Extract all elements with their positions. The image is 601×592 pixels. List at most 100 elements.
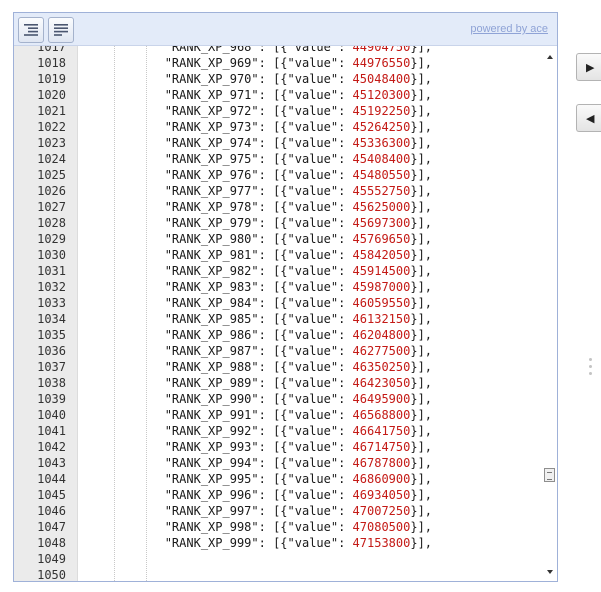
indent-button[interactable] bbox=[18, 17, 44, 43]
line-number: 1022 bbox=[37, 120, 66, 134]
json-punctuation: : [{"value": bbox=[258, 46, 353, 54]
line-number: 1036 bbox=[37, 344, 66, 358]
code-line: "RANK_XP_979": [{"value": 45697300}], bbox=[78, 215, 543, 231]
scroll-down-arrow-icon[interactable] bbox=[545, 567, 555, 577]
code-line: "RANK_XP_981": [{"value": 45842050}], bbox=[78, 247, 543, 263]
json-punctuation: }], bbox=[410, 120, 433, 134]
json-key: "RANK_XP_991" bbox=[164, 408, 259, 422]
json-punctuation: }], bbox=[410, 56, 433, 70]
collapse-panel-button[interactable]: ◀ bbox=[576, 104, 601, 132]
json-punctuation: }], bbox=[410, 344, 433, 358]
line-number: 1021 bbox=[37, 104, 66, 118]
play-right-icon: ▶ bbox=[586, 61, 595, 74]
code-line: "RANK_XP_969": [{"value": 44976550}], bbox=[78, 55, 543, 71]
json-punctuation: }], bbox=[410, 536, 433, 550]
line-number: 1019 bbox=[37, 72, 66, 86]
json-punctuation: : [{"value": bbox=[258, 104, 353, 118]
json-key: "RANK_XP_980" bbox=[164, 232, 259, 246]
json-number-value: 45769650 bbox=[352, 232, 411, 246]
json-key: "RANK_XP_976" bbox=[164, 168, 259, 182]
line-number: 1033 bbox=[37, 296, 66, 310]
json-punctuation: : [{"value": bbox=[258, 472, 353, 486]
json-number-value: 46277500 bbox=[352, 344, 411, 358]
json-number-value: 46934050 bbox=[352, 488, 411, 502]
code-line: "RANK_XP_972": [{"value": 45192250}], bbox=[78, 103, 543, 119]
code-line: "RANK_XP_993": [{"value": 46714750}], bbox=[78, 439, 543, 455]
line-number: 1024 bbox=[37, 152, 66, 166]
code-line: "RANK_XP_997": [{"value": 47007250}], bbox=[78, 503, 543, 519]
json-punctuation: : [{"value": bbox=[258, 520, 353, 534]
json-key: "RANK_XP_994" bbox=[164, 456, 259, 470]
json-punctuation: : [{"value": bbox=[258, 232, 353, 246]
json-number-value: 45914500 bbox=[352, 264, 411, 278]
code-line: "RANK_XP_995": [{"value": 46860900}], bbox=[78, 471, 543, 487]
json-punctuation: : [{"value": bbox=[258, 264, 353, 278]
json-punctuation: : [{"value": bbox=[258, 440, 353, 454]
json-number-value: 47153800 bbox=[352, 536, 411, 550]
json-punctuation: : [{"value": bbox=[258, 344, 353, 358]
json-number-value: 44976550 bbox=[352, 56, 411, 70]
code-line: "RANK_XP_970": [{"value": 45048400}], bbox=[78, 71, 543, 87]
code-line: "RANK_XP_985": [{"value": 46132150}], bbox=[78, 311, 543, 327]
json-punctuation: : [{"value": bbox=[258, 248, 353, 262]
json-number-value: 45264250 bbox=[352, 120, 411, 134]
json-number-value: 45480550 bbox=[352, 168, 411, 182]
json-number-value: 46350250 bbox=[352, 360, 411, 374]
line-number: 1023 bbox=[37, 136, 66, 150]
json-punctuation: }], bbox=[410, 232, 433, 246]
line-number: 1031 bbox=[37, 264, 66, 278]
json-number-value: 45048400 bbox=[352, 72, 411, 86]
json-punctuation: : [{"value": bbox=[258, 120, 353, 134]
code-line: "RANK_XP_975": [{"value": 45408400}], bbox=[78, 151, 543, 167]
json-punctuation: }], bbox=[410, 184, 433, 198]
json-number-value: 46132150 bbox=[352, 312, 411, 326]
json-punctuation: : [{"value": bbox=[258, 536, 353, 550]
line-number: 1043 bbox=[37, 456, 66, 470]
json-key: "RANK_XP_995" bbox=[164, 472, 259, 486]
json-key: "RANK_XP_984" bbox=[164, 296, 259, 310]
line-number: 1045 bbox=[37, 488, 66, 502]
json-punctuation: : [{"value": bbox=[258, 328, 353, 342]
code-line: "RANK_XP_992": [{"value": 46641750}], bbox=[78, 423, 543, 439]
json-punctuation: }], bbox=[410, 88, 433, 102]
json-punctuation: }], bbox=[410, 328, 433, 342]
code-content[interactable]: "RANK_XP_968": [{"value": 44904750}], "R… bbox=[78, 46, 543, 581]
line-number: 1034 bbox=[37, 312, 66, 326]
json-punctuation: }], bbox=[410, 376, 433, 390]
json-punctuation: }], bbox=[410, 296, 433, 310]
vertical-scrollbar[interactable] bbox=[543, 46, 557, 581]
json-punctuation: : [{"value": bbox=[258, 392, 353, 406]
line-number: 1018 bbox=[37, 56, 66, 70]
line-number-gutter: 1017 1018 1019 1020 1021 1022 1023 1024 1025 1026… bbox=[14, 46, 78, 581]
json-number-value: 45408400 bbox=[352, 152, 411, 166]
code-line: "RANK_XP_983": [{"value": 45987000}], bbox=[78, 279, 543, 295]
scroll-up-arrow-icon[interactable] bbox=[545, 52, 555, 62]
json-key: "RANK_XP_998" bbox=[164, 520, 259, 534]
line-number: 1047 bbox=[37, 520, 66, 534]
code-line: "RANK_XP_984": [{"value": 46059550}], bbox=[78, 295, 543, 311]
line-number: 1039 bbox=[37, 392, 66, 406]
code-editor[interactable]: powered by ace 1017 1018 1019 1020 1021 1022 1… bbox=[13, 12, 558, 582]
word-wrap-button[interactable] bbox=[48, 17, 74, 43]
json-key: "RANK_XP_970" bbox=[164, 72, 259, 86]
code-line: "RANK_XP_988": [{"value": 46350250}], bbox=[78, 359, 543, 375]
line-number: 1025 bbox=[37, 168, 66, 182]
resize-handle[interactable] bbox=[589, 358, 593, 378]
json-number-value: 46568800 bbox=[352, 408, 411, 422]
json-punctuation: }], bbox=[410, 248, 433, 262]
json-punctuation: : [{"value": bbox=[258, 376, 353, 390]
json-key: "RANK_XP_982" bbox=[164, 264, 259, 278]
scrollbar-thumb[interactable] bbox=[544, 468, 555, 482]
json-key: "RANK_XP_988" bbox=[164, 360, 259, 374]
json-key: "RANK_XP_978" bbox=[164, 200, 259, 214]
json-punctuation: }], bbox=[410, 136, 433, 150]
json-punctuation: : [{"value": bbox=[258, 88, 353, 102]
json-number-value: 45625000 bbox=[352, 200, 411, 214]
expand-panel-button[interactable]: ▶ bbox=[576, 53, 601, 81]
json-punctuation: }], bbox=[410, 456, 433, 470]
json-key: "RANK_XP_972" bbox=[164, 104, 259, 118]
powered-by-ace-link[interactable]: powered by ace bbox=[470, 23, 548, 35]
json-number-value: 44904750 bbox=[352, 46, 411, 54]
json-punctuation: : [{"value": bbox=[258, 216, 353, 230]
